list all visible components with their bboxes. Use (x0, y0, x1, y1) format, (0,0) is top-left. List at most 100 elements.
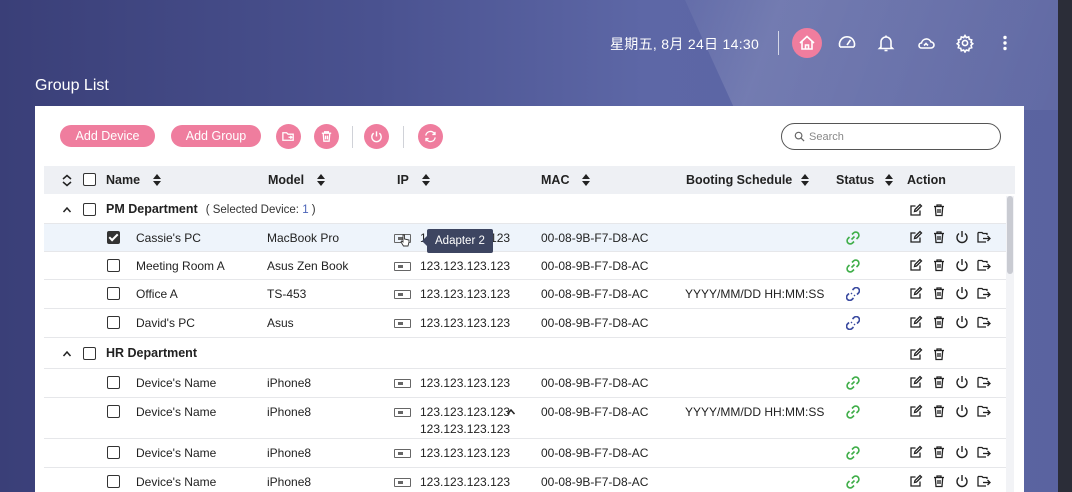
device-checkbox[interactable] (107, 405, 120, 418)
power-icon[interactable] (955, 286, 969, 300)
trash-icon[interactable] (932, 375, 946, 389)
power-icon[interactable] (955, 375, 969, 389)
selected-suffix: ) (308, 204, 316, 216)
table-row[interactable]: Device's Name iPhone8 123.123.123.123 00-08… (44, 369, 1006, 398)
table-row[interactable]: Device's Name iPhone8 123.123.123.123 00-08… (44, 468, 1006, 492)
trash-icon[interactable] (932, 286, 946, 300)
edit-icon[interactable] (909, 445, 923, 459)
home-icon[interactable] (792, 28, 822, 58)
edit-icon[interactable] (909, 203, 923, 217)
move-to-group-icon[interactable] (977, 445, 991, 459)
table-row[interactable]: Device's Name iPhone8 123.123.123.123 123.1… (44, 398, 1006, 439)
device-checkbox[interactable] (107, 316, 120, 329)
gear-icon[interactable] (950, 28, 980, 58)
toolbar: Add Device Add Group (35, 106, 1024, 166)
move-to-group-icon[interactable] (977, 375, 991, 389)
trash-icon[interactable] (932, 404, 946, 418)
move-to-group-icon[interactable] (977, 474, 991, 488)
more-icon[interactable] (990, 28, 1020, 58)
column-status[interactable]: Status (836, 173, 894, 187)
collapse-icon[interactable] (62, 348, 72, 358)
power-icon[interactable] (955, 404, 969, 418)
move-to-folder-icon[interactable] (276, 124, 301, 149)
move-to-group-icon[interactable] (977, 315, 991, 329)
device-booting-schedule: YYYY/MM/DD HH:MM:SS (685, 405, 825, 419)
move-to-group-icon[interactable] (977, 404, 991, 418)
refresh-icon[interactable] (418, 124, 443, 149)
edit-icon[interactable] (909, 474, 923, 488)
network-adapter-icon[interactable] (394, 379, 411, 388)
device-checkbox[interactable] (107, 287, 120, 300)
edit-icon[interactable] (909, 347, 923, 361)
group-checkbox[interactable] (83, 347, 96, 360)
column-mac[interactable]: MAC (541, 173, 591, 187)
network-adapter-icon[interactable] (394, 408, 411, 417)
edit-icon[interactable] (909, 286, 923, 300)
power-icon[interactable] (955, 230, 969, 244)
group-row[interactable]: PM Department ( Selected Device: 1 ) (44, 194, 1006, 224)
trash-icon[interactable] (932, 230, 946, 244)
move-to-group-icon[interactable] (977, 258, 991, 272)
search-box[interactable] (781, 123, 1001, 150)
network-adapter-icon[interactable] (394, 290, 411, 299)
collapse-icon[interactable] (62, 204, 72, 214)
trash-icon[interactable] (932, 474, 946, 488)
device-checkbox[interactable] (107, 259, 120, 272)
scrollbar-thumb[interactable] (1007, 196, 1013, 274)
connected-icon (846, 376, 860, 390)
select-all-checkbox[interactable] (83, 173, 96, 186)
edit-icon[interactable] (909, 404, 923, 418)
trash-icon[interactable] (932, 315, 946, 329)
power-icon[interactable] (955, 445, 969, 459)
network-adapter-icon[interactable] (394, 449, 411, 458)
table-row[interactable]: Device's Name iPhone8 123.123.123.123 00-08… (44, 439, 1006, 468)
network-adapter-icon[interactable] (394, 478, 411, 487)
search-input[interactable] (809, 130, 989, 143)
group-row[interactable]: HR Department (44, 338, 1006, 369)
column-ip[interactable]: IP (397, 173, 430, 187)
device-checkbox[interactable] (107, 475, 120, 488)
move-to-group-icon[interactable] (977, 286, 991, 300)
table-row[interactable]: Cassie's PCMacBook Pro123.123.123.12300-… (44, 224, 1006, 252)
connected-icon (846, 259, 860, 273)
dashboard-icon[interactable] (832, 28, 862, 58)
add-device-button[interactable]: Add Device (60, 125, 155, 147)
move-to-group-icon[interactable] (977, 230, 991, 244)
table-row[interactable]: David's PC Asus 123.123.123.123 00-08-9B-F7… (44, 309, 1006, 338)
device-checkbox[interactable] (107, 446, 120, 459)
scrollbar[interactable] (1006, 196, 1014, 492)
edit-icon[interactable] (909, 230, 923, 244)
network-adapter-icon[interactable] (394, 262, 411, 271)
edit-icon[interactable] (909, 258, 923, 272)
trash-icon[interactable] (314, 124, 339, 149)
device-name: Device's Name (136, 475, 217, 489)
expand-all-toggle[interactable] (61, 174, 73, 187)
device-checkbox[interactable] (107, 231, 120, 244)
group-checkbox[interactable] (83, 203, 96, 216)
power-icon[interactable] (364, 124, 389, 149)
connected-icon (846, 446, 860, 460)
power-icon[interactable] (955, 258, 969, 272)
trash-icon[interactable] (932, 347, 946, 361)
device-model: iPhone8 (267, 405, 312, 419)
power-icon[interactable] (955, 474, 969, 488)
device-mac: 00-08-9B-F7-D8-AC (541, 287, 649, 301)
edit-icon[interactable] (909, 315, 923, 329)
column-name[interactable]: Name (106, 173, 162, 187)
column-booting-schedule[interactable]: Booting Schedule (686, 173, 810, 187)
power-icon[interactable] (955, 315, 969, 329)
bell-icon[interactable] (871, 28, 901, 58)
column-model[interactable]: Model (268, 173, 326, 187)
table-row[interactable]: Meeting Room A Asus Zen Book 123.123.123.1… (44, 252, 1006, 280)
collapse-ip-icon[interactable] (506, 406, 516, 416)
cloud-icon[interactable] (911, 28, 941, 58)
trash-icon[interactable] (932, 203, 946, 217)
device-checkbox[interactable] (107, 376, 120, 389)
table-row[interactable]: Office A TS-453 123.123.123.123 00-08-9B-F7… (44, 280, 1006, 309)
network-adapter-icon[interactable] (394, 319, 411, 328)
group-list-panel: Add Device Add Group Name Model IP MAC B… (35, 106, 1024, 492)
trash-icon[interactable] (932, 258, 946, 272)
edit-icon[interactable] (909, 375, 923, 389)
trash-icon[interactable] (932, 445, 946, 459)
add-group-button[interactable]: Add Group (171, 125, 261, 147)
